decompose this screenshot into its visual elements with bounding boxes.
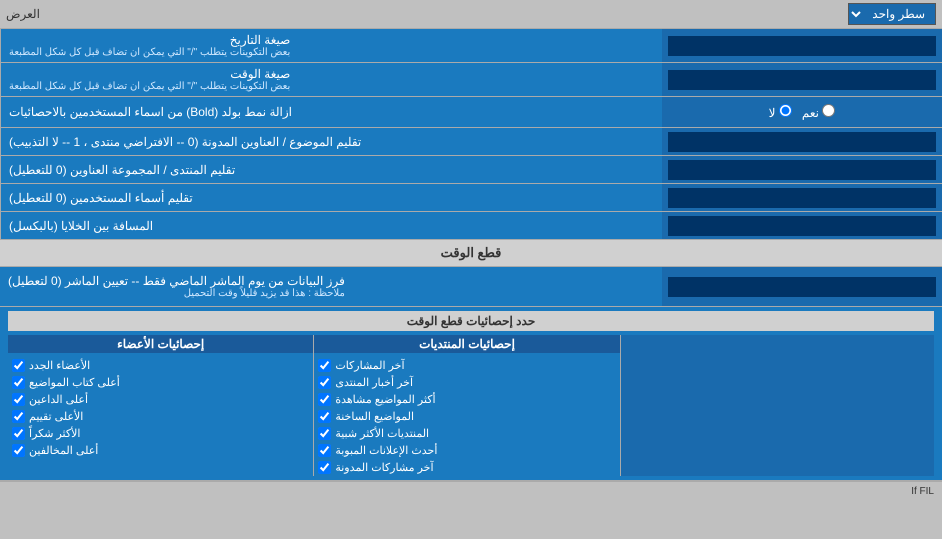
display-select[interactable]: سطر واحدسطرانثلاثة أسطر — [848, 3, 936, 25]
col2-item-0: آخر المشاركات — [314, 357, 619, 374]
header-left: سطر واحدسطرانثلاثة أسطر — [848, 3, 936, 25]
forum-title-input-wrapper: 33 — [662, 128, 942, 155]
date-format-row: d-m صيغة التاريخ بعض التكوينات يتطلب "/"… — [0, 29, 942, 63]
col1-checkbox-0[interactable] — [12, 359, 25, 372]
col1-checkbox-2[interactable] — [12, 393, 25, 406]
forum-title-input[interactable]: 33 — [668, 132, 936, 152]
cell-gap-input[interactable]: 2 — [668, 216, 936, 236]
col2-checkbox-6[interactable] — [318, 461, 331, 474]
time-cut-input-wrapper: 0 — [662, 267, 942, 306]
cell-gap-row: 2 المسافة بين الخلايا (بالبكسل) — [0, 212, 942, 240]
main-container: سطر واحدسطرانثلاثة أسطر العرض d-m صيغة ا… — [0, 0, 942, 501]
bold-no-label: لا — [769, 104, 792, 120]
col1-item-5: أعلى المخالفين — [8, 442, 313, 459]
col2-checkbox-2[interactable] — [318, 393, 331, 406]
col2-item-2: أكثر المواضيع مشاهدة — [314, 391, 619, 408]
col1-item-4: الأكثر شكراً — [8, 425, 313, 442]
checkboxes-header: حدد إحصائيات قطع الوقت — [8, 311, 934, 331]
col2-header: إحصائيات المنتديات — [314, 335, 619, 353]
col1-item-2: أعلى الداعين — [8, 391, 313, 408]
username-input-wrapper: 0 — [662, 184, 942, 211]
forum-title-row: 33 تقليم الموضوع / العناوين المدونة (0 -… — [0, 128, 942, 156]
header-right-label: العرض — [6, 7, 40, 21]
time-cut-row: 0 فرز البيانات من يوم الماشر الماضي فقط … — [0, 267, 942, 307]
bold-no-radio[interactable] — [779, 104, 792, 117]
col1-checkbox-3[interactable] — [12, 410, 25, 423]
col1-checkbox-5[interactable] — [12, 444, 25, 457]
col2-checkbox-3[interactable] — [318, 410, 331, 423]
col2-checkbox-1[interactable] — [318, 376, 331, 389]
bold-yes-label: نعم — [802, 104, 835, 120]
time-format-input[interactable]: H:i — [668, 70, 936, 90]
forum-group-input-wrapper: 33 — [662, 156, 942, 183]
forum-title-label: تقليم الموضوع / العناوين المدونة (0 -- ا… — [0, 128, 662, 155]
forum-group-row: 33 تقليم المنتدى / المجموعة العناوين (0 … — [0, 156, 942, 184]
bold-yes-radio[interactable] — [822, 104, 835, 117]
col2-item-6: آخر مشاركات المدونة — [314, 459, 619, 476]
forum-group-input[interactable]: 33 — [668, 160, 936, 180]
username-input[interactable]: 0 — [668, 188, 936, 208]
col3-header — [625, 339, 930, 357]
date-format-label: صيغة التاريخ بعض التكوينات يتطلب "/" الت… — [0, 29, 662, 62]
col3 — [620, 335, 934, 476]
col2: إحصائيات المنتديات آخر المشاركات آخر أخب… — [313, 335, 619, 476]
col1-header: إحصائيات الأعضاء — [8, 335, 313, 353]
col2-item-3: المواضيع الساخنة — [314, 408, 619, 425]
top-header: سطر واحدسطرانثلاثة أسطر العرض — [0, 0, 942, 29]
username-row: 0 تقليم أسماء المستخدمين (0 للتعطيل) — [0, 184, 942, 212]
date-format-input-wrapper: d-m — [662, 29, 942, 62]
col1-item-0: الأعضاء الجدد — [8, 357, 313, 374]
col1-checkbox-4[interactable] — [12, 427, 25, 440]
date-format-input[interactable]: d-m — [668, 36, 936, 56]
col2-checkbox-5[interactable] — [318, 444, 331, 457]
col2-item-1: آخر أخبار المنتدى — [314, 374, 619, 391]
footer: If FIL — [0, 481, 942, 501]
col2-item-4: المنتديات الأكثر شبية — [314, 425, 619, 442]
time-cut-header: قطع الوقت — [0, 240, 942, 267]
col2-item-5: أحدث الإعلانات المبوبة — [314, 442, 619, 459]
forum-group-label: تقليم المنتدى / المجموعة العناوين (0 للت… — [0, 156, 662, 183]
col1-checkbox-1[interactable] — [12, 376, 25, 389]
col1-item-1: أعلى كتاب المواضيع — [8, 374, 313, 391]
col2-checkbox-4[interactable] — [318, 427, 331, 440]
time-format-row: H:i صيغة الوقت بعض التكوينات يتطلب "/" ا… — [0, 63, 942, 97]
col2-checkbox-0[interactable] — [318, 359, 331, 372]
bold-radio-group: نعم لا — [759, 100, 846, 124]
footer-text: If FIL — [911, 486, 934, 497]
username-label: تقليم أسماء المستخدمين (0 للتعطيل) — [0, 184, 662, 211]
cell-gap-input-wrapper: 2 — [662, 212, 942, 239]
bold-radio-wrapper: نعم لا — [662, 97, 942, 127]
checkboxes-grid: إحصائيات المنتديات آخر المشاركات آخر أخب… — [8, 335, 934, 476]
bold-label: ازالة نمط بولد (Bold) من اسماء المستخدمي… — [0, 97, 662, 127]
time-cut-input[interactable]: 0 — [668, 277, 936, 297]
col1-item-3: الأعلى تقييم — [8, 408, 313, 425]
time-cut-label: فرز البيانات من يوم الماشر الماضي فقط --… — [0, 267, 662, 306]
time-format-input-wrapper: H:i — [662, 63, 942, 96]
cell-gap-label: المسافة بين الخلايا (بالبكسل) — [0, 212, 662, 239]
col1: إحصائيات الأعضاء الأعضاء الجدد أعلى كتاب… — [8, 335, 313, 476]
checkboxes-section: حدد إحصائيات قطع الوقت إحصائيات المنتديا… — [0, 307, 942, 481]
time-format-label: صيغة الوقت بعض التكوينات يتطلب "/" التي … — [0, 63, 662, 96]
bold-row: نعم لا ازالة نمط بولد (Bold) من اسماء ال… — [0, 97, 942, 128]
